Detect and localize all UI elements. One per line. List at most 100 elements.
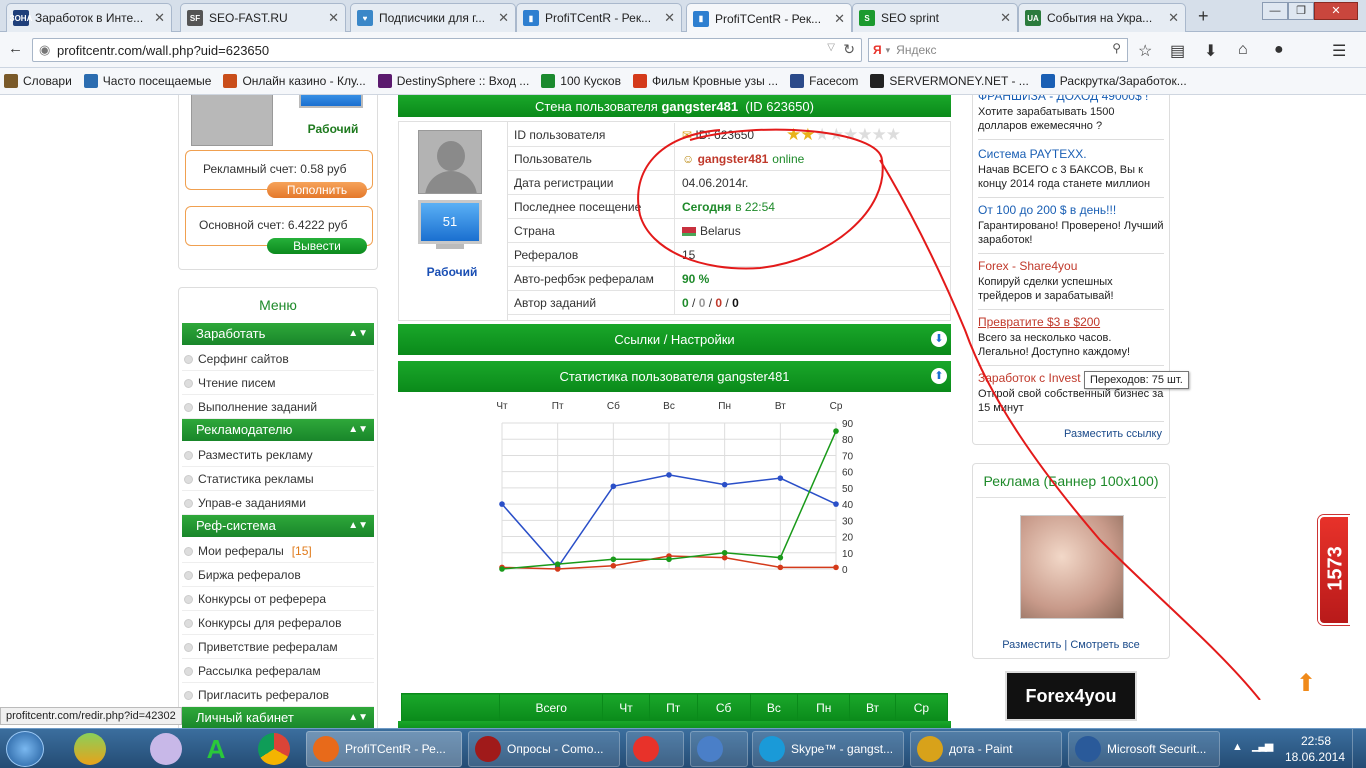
browser-tab[interactable]: ▮ ProfiTCentR - Рек... ✕ (686, 3, 852, 33)
clock-time[interactable]: 22:58 (1290, 734, 1342, 748)
browser-tab[interactable]: UA События на Укра... ✕ (1018, 3, 1186, 32)
banner-place-link[interactable]: Разместить (1002, 639, 1061, 651)
menu-item[interactable]: Управ-е заданиями (182, 491, 374, 515)
network-icon[interactable]: ▁▃▅ (1252, 739, 1273, 752)
download-icon[interactable]: ⬇ (1204, 41, 1217, 61)
username-link[interactable]: gangster481 (698, 152, 769, 166)
addon-icon[interactable]: ● (1274, 41, 1284, 59)
links-settings-bar[interactable]: Ссылки / Настройки ⬇ (398, 324, 951, 355)
menu-item[interactable]: Конкурсы для рефералов (182, 611, 374, 635)
start-button[interactable] (6, 731, 44, 767)
text-ad[interactable]: От 100 до 200 $ в день!!! Гарантировано! … (978, 203, 1164, 254)
text-ad[interactable]: Forex - Share4you Копируй сделки успешных… (978, 259, 1164, 310)
chrome-icon[interactable] (258, 733, 290, 765)
bookmark-item[interactable]: DestinySphere :: Вход ... (377, 74, 529, 88)
menu-item[interactable]: Биржа рефералов (182, 563, 374, 587)
menu-item[interactable]: Серфинг сайтов (182, 347, 374, 371)
search-engine-dropdown-icon[interactable]: ▾ (886, 45, 891, 56)
search-icon[interactable]: ⚲ (1112, 41, 1121, 55)
taskbar-item[interactable]: Skype™ - gangst... (752, 731, 904, 767)
text-ad-title[interactable]: От 100 до 200 $ в день!!! (978, 203, 1164, 217)
browser-tab[interactable]: ♥ Подписчики для г... ✕ (350, 3, 516, 32)
bookmark-item[interactable]: Часто посещаемые (83, 74, 211, 88)
text-ad[interactable]: Система PAYTEXX. Начав ВСЕГО с 3 БАКСОВ, … (978, 147, 1164, 198)
browser-tab[interactable]: S SEO sprint ✕ (852, 3, 1018, 32)
scroll-top-arrow-icon[interactable]: ⬆ (1296, 669, 1316, 698)
taskbar-item[interactable]: Опросы - Como... (468, 731, 620, 767)
place-link[interactable]: Разместить ссылку (1064, 428, 1162, 440)
taskbar-item[interactable] (690, 731, 748, 767)
tab-close-icon[interactable]: ✕ (1000, 10, 1011, 26)
menu-item[interactable]: Приветствие рефералам (182, 635, 374, 659)
arrow-down-icon[interactable]: ⬇ (931, 331, 947, 347)
bookmark-item[interactable]: Словари (4, 74, 72, 88)
topup-button[interactable]: Пополнить (267, 182, 367, 198)
menu-item[interactable]: Пригласить рефералов (182, 683, 374, 707)
pinned-app-icon-1[interactable] (74, 733, 106, 765)
menu-item[interactable]: Рассылка рефералам (182, 659, 374, 683)
browser-tab[interactable]: SF SEO-FAST.RU ✕ (180, 3, 346, 32)
text-ad[interactable]: ФРАНШИЗА - ДОХОД 49000$ ! Хотите зарабаты… (978, 95, 1164, 140)
side-counter[interactable]: 1573 (1318, 515, 1350, 625)
home-icon[interactable]: ⌂ (1238, 41, 1248, 59)
reload-icon[interactable]: ↻ (843, 41, 855, 58)
maximize-button[interactable]: ❐ (1288, 2, 1314, 20)
bookmark-item[interactable]: SERVERMONEY.NET - ... (870, 74, 1029, 88)
close-window-button[interactable]: ✕ (1314, 2, 1358, 20)
menu-section[interactable]: Реф-система ▲▼ (182, 515, 374, 537)
bookmark-item[interactable]: 100 Кусков (541, 74, 621, 88)
text-ad-title[interactable]: Forex - Share4you (978, 259, 1164, 273)
tab-close-icon[interactable]: ✕ (154, 10, 165, 26)
text-ad-title[interactable]: Превратите $3 в $200 (978, 315, 1164, 329)
bookmark-item[interactable]: Онлайн казино - Клу... (223, 74, 366, 88)
menu-item[interactable]: Мои рефералы [15] (182, 539, 374, 563)
taskbar-item[interactable]: Microsoft Securit... (1068, 731, 1220, 767)
taskbar-item[interactable]: дота - Paint (910, 731, 1062, 767)
pinned-app-icon-2[interactable] (150, 733, 182, 765)
dropdown-arrow-icon[interactable]: ▽ (827, 42, 835, 53)
menu-section[interactable]: Заработать ▲▼ (182, 323, 374, 345)
text-ad-title[interactable]: ФРАНШИЗА - ДОХОД 49000$ ! (978, 95, 1164, 103)
pinned-app-icon-3[interactable]: A (200, 733, 232, 765)
menu-icon[interactable]: ☰ (1332, 41, 1346, 61)
text-ad-title[interactable]: Система PAYTEXX. (978, 147, 1164, 161)
stats-bar[interactable]: Статистика пользователя gangster481 ⬆ (398, 361, 951, 392)
menu-item[interactable]: Статистика рекламы (182, 467, 374, 491)
search-box[interactable]: Я ▾ Яндекс ⚲ (868, 38, 1128, 62)
forex-logo[interactable]: Forex4you (1005, 671, 1137, 721)
bookmark-item[interactable]: Facecom (790, 74, 858, 88)
text-ad[interactable]: Превратите $3 в $200 Всего за несколько ч… (978, 315, 1164, 366)
menu-section[interactable]: Рекламодателю ▲▼ (182, 419, 374, 441)
browser-tab[interactable]: ▮ ProfiTCentR - Рек... ✕ (516, 3, 682, 32)
minimize-button[interactable]: — (1262, 2, 1288, 20)
menu-item[interactable]: Выполнение заданий (182, 395, 374, 419)
banner-image[interactable] (1020, 515, 1124, 619)
bookmark-item[interactable]: Фильм Кровные узы ... (632, 74, 778, 88)
tab-close-icon[interactable]: ✕ (328, 10, 339, 26)
withdraw-button[interactable]: Вывести (267, 238, 367, 254)
arrow-up-icon[interactable]: ⬆ (931, 368, 947, 384)
bookmarks-list-icon[interactable]: ▤ (1170, 41, 1185, 61)
new-tab-button[interactable]: + (1198, 6, 1209, 27)
bookmark-star-icon[interactable]: ☆ (1138, 41, 1152, 61)
tab-close-icon[interactable]: ✕ (1168, 10, 1179, 26)
taskbar-item[interactable] (626, 731, 684, 767)
back-icon[interactable]: ← (8, 40, 23, 57)
taskbar-item[interactable]: ProfiTCentR - Ре... (306, 731, 462, 767)
clock-date[interactable]: 18.06.2014 (1282, 750, 1348, 764)
banner-all-link[interactable]: Смотреть все (1070, 639, 1139, 651)
tab-close-icon[interactable]: ✕ (498, 10, 509, 26)
tab-close-icon[interactable]: ✕ (834, 11, 845, 27)
tab-close-icon[interactable]: ✕ (664, 10, 675, 26)
collapse-arrows-icon[interactable]: ▲▼ (348, 419, 368, 441)
address-bar[interactable]: ◉ profitcentr.com/wall.php?uid=623650 ▽ … (32, 38, 862, 62)
menu-item[interactable]: Разместить рекламу (182, 443, 374, 467)
menu-item[interactable]: Конкурсы от реферера (182, 587, 374, 611)
bookmark-item[interactable]: Раскрутка/Заработок... (1040, 74, 1187, 88)
menu-section[interactable]: Личный кабинет ▲▼ (182, 707, 374, 728)
tray-arrow-icon[interactable]: ▲ (1232, 741, 1243, 753)
browser-tab[interactable]: ЗОНА Заработок в Инте... ✕ (6, 3, 172, 32)
show-desktop-button[interactable] (1352, 729, 1366, 768)
collapse-arrows-icon[interactable]: ▲▼ (348, 323, 368, 345)
collapse-arrows-icon[interactable]: ▲▼ (348, 707, 368, 728)
